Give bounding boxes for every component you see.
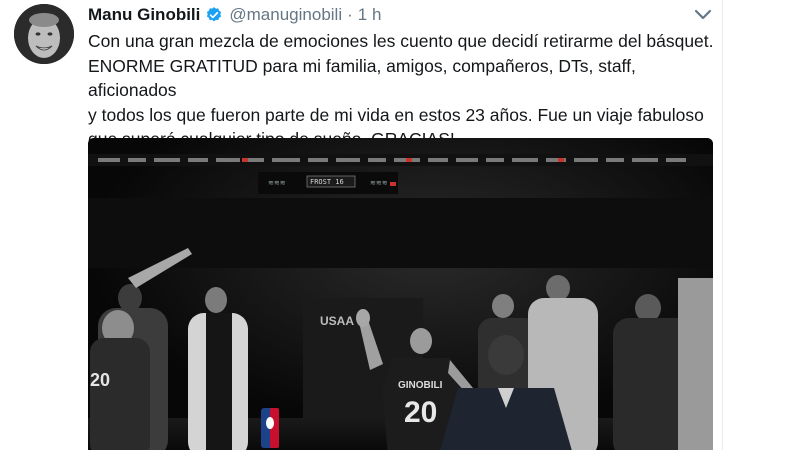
verified-badge-icon bbox=[205, 6, 223, 24]
svg-text:20: 20 bbox=[90, 370, 110, 390]
column-divider bbox=[722, 0, 723, 450]
tweet-text: Con una gran mezcla de emociones les cue… bbox=[88, 31, 714, 149]
handle[interactable]: @manuginobili bbox=[229, 5, 342, 25]
player-head bbox=[410, 328, 432, 354]
tweet-photo[interactable]: ≋≋≋ FROST 16 ≋≋≋ USAA 20 GINOBILI 20 bbox=[88, 138, 713, 450]
tunnel-sign: USAA bbox=[320, 314, 354, 328]
jersey-number: 20 bbox=[404, 396, 437, 429]
scoreboard-left: ≋≋≋ bbox=[268, 179, 286, 187]
jersey-name: GINOBILI bbox=[398, 380, 443, 391]
avatar-photo bbox=[14, 4, 74, 64]
tweet-card: Manu Ginobili @manuginobili · 1 h Con un… bbox=[0, 0, 800, 450]
separator-dot: · bbox=[347, 5, 353, 24]
timestamp[interactable]: 1 h bbox=[358, 5, 382, 25]
scoreboard-right: ≋≋≋ bbox=[370, 179, 388, 187]
avatar[interactable] bbox=[14, 4, 74, 64]
display-name[interactable]: Manu Ginobili bbox=[88, 5, 200, 25]
chevron-down-icon[interactable] bbox=[694, 8, 712, 22]
scoreboard-center: FROST 16 bbox=[310, 178, 344, 186]
nba-logo-icon bbox=[261, 408, 279, 448]
tweet-header: Manu Ginobili @manuginobili · 1 h bbox=[88, 4, 381, 26]
